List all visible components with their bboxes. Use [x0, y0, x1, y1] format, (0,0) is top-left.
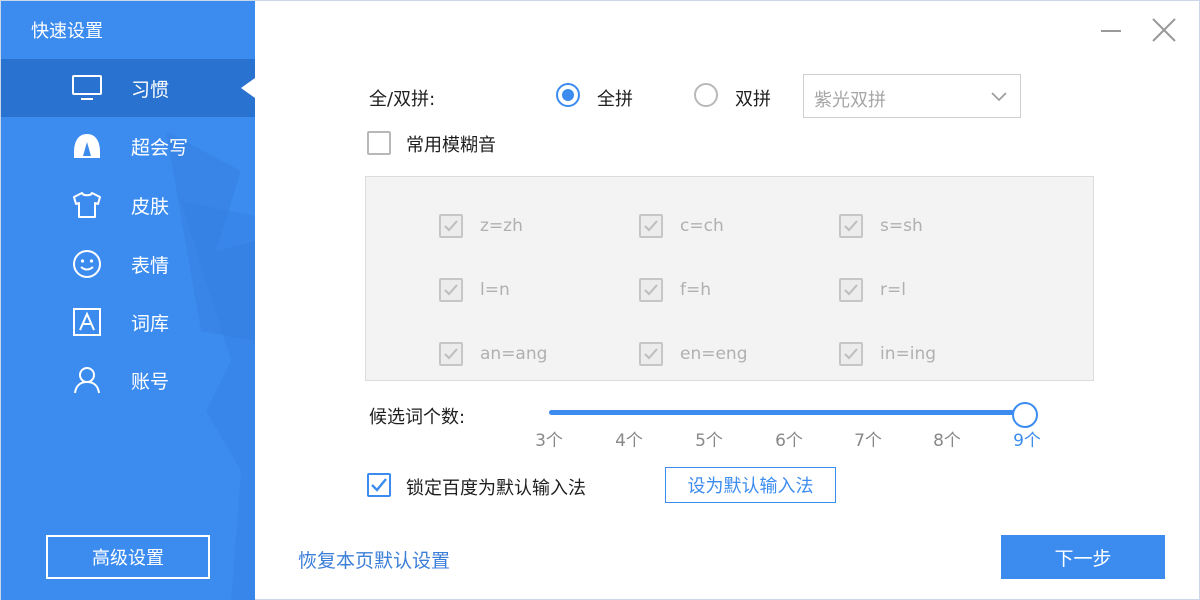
check-icon: [371, 478, 387, 492]
dictionary-icon: [71, 306, 103, 338]
candidate-count-slider-thumb[interactable]: [1012, 402, 1038, 428]
check-icon: [444, 220, 458, 232]
fuzzy-option-en-eng[interactable]: en=eng: [639, 341, 748, 367]
fuzzy-option-l-n[interactable]: l=n: [439, 277, 510, 303]
pinyin-mode-label: 全/双拼:: [369, 89, 436, 110]
checkbox-disabled: [439, 342, 463, 366]
active-indicator: [241, 78, 255, 98]
check-icon: [844, 348, 858, 360]
check-icon: [444, 348, 458, 360]
full-pinyin-label[interactable]: 全拼: [597, 85, 633, 111]
slider-tick[interactable]: 8个: [933, 426, 961, 451]
shirt-icon: [71, 189, 103, 221]
checkbox-disabled: [439, 278, 463, 302]
lock-default-checkbox[interactable]: [367, 473, 391, 497]
fuzzy-sound-panel: z=zh c=ch s=sh l=n f=h r=l an=ang en=eng…: [365, 176, 1094, 381]
fuzzy-option-label: en=eng: [680, 344, 748, 364]
fuzzy-option-an-ang[interactable]: an=ang: [439, 341, 547, 367]
chevron-down-icon: [991, 92, 1007, 102]
next-step-button[interactable]: 下一步: [1001, 535, 1165, 579]
fuzzy-option-label: l=n: [480, 280, 510, 300]
sidebar-item-label: 账号: [131, 370, 170, 393]
check-icon: [844, 284, 858, 296]
slider-tick[interactable]: 5个: [695, 426, 723, 451]
pen-icon: [71, 130, 103, 162]
sidebar-item-habits[interactable]: 习惯: [1, 59, 255, 117]
fuzzy-option-in-ing[interactable]: in=ing: [839, 341, 936, 367]
candidate-count-slider-track[interactable]: [549, 410, 1025, 415]
check-icon: [644, 348, 658, 360]
restore-defaults-link[interactable]: 恢复本页默认设置: [298, 546, 450, 573]
fuzzy-option-label: f=h: [680, 280, 712, 300]
minimize-button[interactable]: [1097, 15, 1127, 45]
quick-setup-window: 快速设置 习惯 超会写 皮肤 表情 词库 账号 高级设置 全/双拼: 全拼 双拼…: [0, 0, 1200, 600]
close-button[interactable]: [1149, 15, 1179, 45]
sidebar-item-dictionary[interactable]: 词库: [1, 293, 255, 351]
check-icon: [844, 220, 858, 232]
fuzzy-option-label: in=ing: [880, 344, 937, 364]
fuzzy-option-z-zh[interactable]: z=zh: [439, 213, 523, 239]
smiley-icon: [71, 248, 103, 280]
close-icon: [1152, 18, 1176, 42]
checkbox-disabled: [639, 214, 663, 238]
checkbox-disabled: [639, 278, 663, 302]
sidebar-item-skin[interactable]: 皮肤: [1, 176, 255, 234]
sidebar-item-label: 皮肤: [131, 195, 170, 218]
checkbox-disabled: [839, 278, 863, 302]
user-icon: [71, 364, 103, 396]
checkbox-disabled: [639, 342, 663, 366]
checkbox-disabled: [839, 342, 863, 366]
sidebar-item-label: 习惯: [131, 78, 170, 101]
sidebar-title: 快速设置: [31, 21, 103, 42]
fuzzy-option-label: an=ang: [480, 344, 548, 364]
double-pinyin-label[interactable]: 双拼: [735, 85, 771, 111]
slider-tick[interactable]: 7个: [854, 426, 882, 451]
slider-tick[interactable]: 6个: [775, 426, 803, 451]
double-pinyin-radio[interactable]: [694, 83, 718, 107]
double-pinyin-scheme-select[interactable]: 紫光双拼: [803, 74, 1021, 118]
sidebar: 快速设置 习惯 超会写 皮肤 表情 词库 账号 高级设置: [1, 1, 255, 600]
fuzzy-option-label: s=sh: [880, 216, 923, 236]
fuzzy-option-r-l[interactable]: r=l: [839, 277, 906, 303]
advanced-settings-button[interactable]: 高级设置: [46, 535, 210, 579]
sidebar-item-account[interactable]: 账号: [1, 351, 255, 409]
fuzzy-option-label: c=ch: [680, 216, 724, 236]
checkbox-disabled: [439, 214, 463, 238]
monitor-icon: [71, 72, 103, 104]
fuzzy-option-s-sh[interactable]: s=sh: [839, 213, 923, 239]
select-value: 紫光双拼: [814, 90, 886, 111]
fuzzy-option-f-h[interactable]: f=h: [639, 277, 711, 303]
sidebar-item-superwrite[interactable]: 超会写: [1, 117, 255, 175]
fuzzy-sound-label: 常用模糊音: [406, 135, 496, 156]
fuzzy-option-c-ch[interactable]: c=ch: [639, 213, 724, 239]
candidate-count-label: 候选词个数:: [369, 407, 466, 428]
slider-tick-selected[interactable]: 9个: [1013, 426, 1041, 451]
slider-tick[interactable]: 3个: [535, 426, 563, 451]
sidebar-item-label: 表情: [131, 254, 170, 277]
fuzzy-option-label: r=l: [880, 280, 906, 300]
lock-default-label: 锁定百度为默认输入法: [406, 478, 586, 499]
check-icon: [644, 284, 658, 296]
fuzzy-sound-checkbox[interactable]: [367, 131, 391, 155]
checkbox-disabled: [839, 214, 863, 238]
slider-tick[interactable]: 4个: [615, 426, 643, 451]
check-icon: [644, 220, 658, 232]
minimize-icon: [1101, 30, 1121, 32]
set-default-ime-button[interactable]: 设为默认输入法: [665, 467, 836, 503]
check-icon: [444, 284, 458, 296]
sidebar-item-emoji[interactable]: 表情: [1, 235, 255, 293]
fuzzy-option-label: z=zh: [480, 216, 523, 236]
full-pinyin-radio[interactable]: [556, 83, 580, 107]
sidebar-item-label: 词库: [131, 312, 170, 335]
sidebar-item-label: 超会写: [131, 136, 189, 159]
